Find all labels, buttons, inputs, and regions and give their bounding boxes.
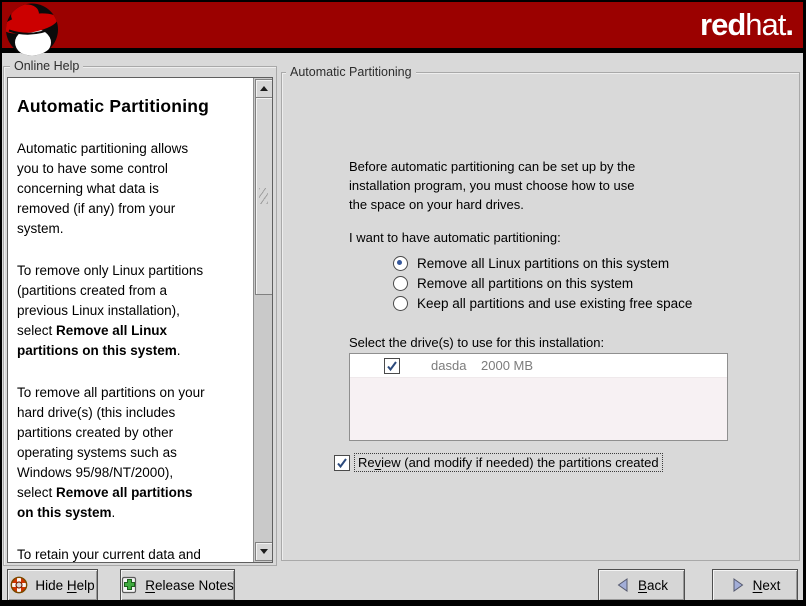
radio-label[interactable]: Keep all partitions and use existing fre… bbox=[417, 296, 692, 311]
redhat-wordmark: redhat. bbox=[700, 8, 793, 42]
help-text: Automatic Partitioning Automatic partiti… bbox=[17, 78, 243, 563]
radio-button-selected[interactable] bbox=[393, 256, 408, 271]
arrow-left-icon bbox=[615, 577, 631, 593]
drive-size: 2000 MB bbox=[481, 358, 533, 373]
review-label[interactable]: Review (and modify if needed) the partit… bbox=[354, 453, 663, 472]
arrow-right-icon bbox=[730, 577, 746, 593]
radio-button[interactable] bbox=[393, 296, 408, 311]
window-border-top bbox=[0, 0, 806, 2]
redhat-shadowman-logo-icon bbox=[5, 2, 59, 57]
drive-list[interactable]: dasda 2000 MB bbox=[349, 353, 728, 441]
document-plus-icon bbox=[121, 576, 138, 594]
arrow-up-icon bbox=[260, 86, 268, 91]
check-icon bbox=[386, 360, 398, 372]
check-icon bbox=[336, 457, 348, 469]
online-help-viewport: Automatic Partitioning Automatic partiti… bbox=[7, 77, 273, 563]
wordmark-hat: hat bbox=[745, 7, 785, 42]
back-button[interactable]: Back bbox=[598, 569, 685, 601]
help-paragraph-2: To remove only Linux partitions (partiti… bbox=[17, 261, 243, 361]
release-notes-label: Release Notes bbox=[145, 578, 234, 593]
intro-text: Before automatic partitioning can be set… bbox=[349, 157, 635, 214]
next-button[interactable]: Next bbox=[712, 569, 798, 601]
radio-option-remove-all[interactable]: Remove all partitions on this system bbox=[393, 274, 633, 292]
hide-help-label: Hide Help bbox=[35, 578, 94, 593]
question-label: I want to have automatic partitioning: bbox=[349, 228, 561, 247]
online-help-frame-label: Online Help bbox=[10, 59, 83, 74]
drive-checkbox[interactable] bbox=[384, 358, 400, 374]
next-label: Next bbox=[753, 578, 781, 593]
release-notes-button[interactable]: Release Notes bbox=[120, 569, 235, 601]
review-checkbox[interactable] bbox=[334, 455, 350, 471]
drive-name: dasda bbox=[431, 358, 481, 373]
radio-label[interactable]: Remove all Linux partitions on this syst… bbox=[417, 256, 669, 271]
scrollbar-up-button[interactable] bbox=[255, 79, 273, 98]
help-paragraph-3: To remove all partitions on your hard dr… bbox=[17, 383, 243, 523]
window-border-left bbox=[0, 0, 2, 606]
review-option[interactable]: Review (and modify if needed) the partit… bbox=[334, 453, 663, 472]
help-paragraph-4-clipped: To retain your current data and bbox=[17, 545, 243, 563]
hide-help-button[interactable]: Hide Help bbox=[7, 569, 98, 601]
life-ring-icon bbox=[10, 576, 28, 594]
drive-select-label: Select the drive(s) to use for this inst… bbox=[349, 333, 604, 352]
window-border-bottom bbox=[0, 600, 806, 606]
wordmark-period: . bbox=[785, 7, 793, 42]
automatic-partitioning-frame-label: Automatic Partitioning bbox=[286, 65, 416, 80]
radio-option-keep-all[interactable]: Keep all partitions and use existing fre… bbox=[393, 294, 692, 312]
drive-row[interactable]: dasda 2000 MB bbox=[350, 354, 727, 378]
radio-option-remove-linux[interactable]: Remove all Linux partitions on this syst… bbox=[393, 254, 669, 272]
scrollbar-thumb[interactable] bbox=[255, 97, 273, 295]
automatic-partitioning-frame: Before automatic partitioning can be set… bbox=[281, 72, 800, 561]
help-title: Automatic Partitioning bbox=[17, 96, 243, 117]
header-banner-divider bbox=[0, 48, 806, 53]
header-banner bbox=[0, 2, 806, 48]
help-scrollbar[interactable] bbox=[253, 78, 272, 562]
back-label: Back bbox=[638, 578, 668, 593]
wordmark-red: red bbox=[700, 7, 745, 42]
arrow-down-icon bbox=[260, 549, 268, 554]
help-paragraph-1: Automatic partitioning allows you to hav… bbox=[17, 139, 243, 239]
scrollbar-down-button[interactable] bbox=[255, 542, 273, 561]
radio-label[interactable]: Remove all partitions on this system bbox=[417, 276, 633, 291]
installer-window: redhat. Online Help Automatic Partitioni… bbox=[0, 0, 806, 606]
radio-button[interactable] bbox=[393, 276, 408, 291]
